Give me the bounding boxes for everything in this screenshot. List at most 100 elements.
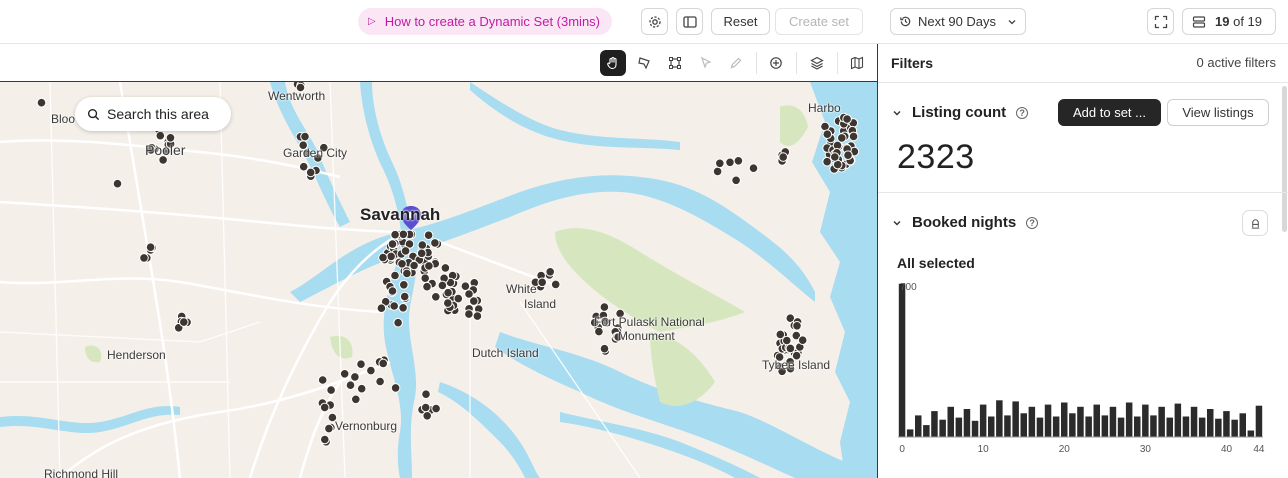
histogram-bar[interactable] bbox=[1069, 413, 1076, 437]
listing-marker[interactable] bbox=[416, 248, 427, 259]
listing-marker[interactable] bbox=[822, 129, 833, 140]
listing-marker[interactable] bbox=[402, 268, 412, 279]
booked-nights-histogram[interactable]: 700 0 10 20 30 40 44 bbox=[878, 274, 1278, 474]
listing-marker[interactable] bbox=[326, 385, 336, 395]
listing-marker[interactable] bbox=[386, 251, 396, 262]
histogram-bar[interactable] bbox=[963, 409, 971, 437]
listing-marker[interactable] bbox=[715, 158, 725, 169]
settings-button[interactable] bbox=[641, 8, 668, 35]
histogram-bar[interactable] bbox=[979, 404, 987, 437]
histogram-bar[interactable] bbox=[939, 419, 946, 437]
select-tool[interactable] bbox=[693, 50, 719, 76]
histogram-bar[interactable] bbox=[1207, 409, 1214, 437]
histogram-bar[interactable] bbox=[955, 417, 963, 437]
listing-marker[interactable] bbox=[375, 376, 385, 387]
listing-marker[interactable] bbox=[778, 152, 789, 162]
listing-marker[interactable] bbox=[443, 298, 453, 308]
listing-marker[interactable] bbox=[145, 242, 156, 252]
listing-marker[interactable] bbox=[537, 277, 548, 288]
listing-marker[interactable] bbox=[300, 131, 310, 142]
histogram-bar[interactable] bbox=[915, 415, 922, 437]
listing-marker[interactable] bbox=[356, 359, 366, 370]
listing-marker[interactable] bbox=[423, 230, 434, 240]
listing-marker[interactable] bbox=[430, 238, 440, 248]
histogram-bar[interactable] bbox=[1134, 416, 1141, 438]
listing-marker[interactable] bbox=[393, 317, 403, 328]
listing-marker[interactable] bbox=[453, 293, 464, 304]
histogram-bar[interactable] bbox=[1052, 416, 1060, 438]
listing-marker[interactable] bbox=[440, 263, 451, 273]
listing-marker[interactable] bbox=[422, 411, 433, 421]
histogram-bar[interactable] bbox=[1036, 417, 1044, 437]
listing-marker[interactable] bbox=[545, 267, 556, 277]
histogram-bar[interactable] bbox=[1020, 413, 1028, 437]
histogram-bar[interactable] bbox=[1215, 418, 1222, 437]
listing-marker[interactable] bbox=[139, 253, 149, 263]
rectangle-tool[interactable] bbox=[662, 50, 688, 76]
listing-marker[interactable] bbox=[398, 229, 409, 240]
histogram-bar[interactable] bbox=[1061, 402, 1068, 438]
histogram-bar[interactable] bbox=[1117, 417, 1125, 437]
listing-marker[interactable] bbox=[390, 229, 400, 240]
histogram-bar[interactable] bbox=[931, 411, 938, 437]
map-canvas[interactable]: Search this area Wentworth Bloo Pooler G… bbox=[0, 82, 877, 478]
histogram-bar[interactable] bbox=[1101, 415, 1109, 437]
histogram-bar[interactable] bbox=[988, 416, 995, 438]
listing-marker[interactable] bbox=[378, 358, 389, 369]
edit-tool[interactable] bbox=[723, 50, 749, 76]
listing-marker[interactable] bbox=[36, 97, 47, 108]
histogram-bar[interactable] bbox=[906, 429, 914, 437]
fullscreen-button[interactable] bbox=[1147, 8, 1174, 35]
listing-marker[interactable] bbox=[785, 343, 796, 354]
listing-marker[interactable] bbox=[431, 403, 441, 414]
histogram-bar[interactable] bbox=[1125, 402, 1133, 438]
listing-marker[interactable] bbox=[298, 161, 309, 172]
listing-marker[interactable] bbox=[345, 380, 356, 391]
booked-nights-header[interactable]: Booked nights ? bbox=[892, 214, 1039, 231]
polygon-tool[interactable] bbox=[631, 50, 657, 76]
histogram-bar[interactable] bbox=[1044, 404, 1052, 437]
map-style-tool[interactable] bbox=[844, 50, 870, 76]
histogram-bar[interactable] bbox=[1158, 406, 1165, 437]
listing-marker[interactable] bbox=[420, 402, 431, 413]
search-this-area-button[interactable]: Search this area bbox=[75, 97, 231, 131]
listing-marker[interactable] bbox=[421, 389, 431, 400]
listing-marker[interactable] bbox=[843, 150, 853, 160]
listing-marker[interactable] bbox=[155, 130, 166, 141]
help-icon[interactable]: ? bbox=[1026, 216, 1039, 229]
panel-scrollbar[interactable] bbox=[1282, 86, 1287, 232]
listing-marker[interactable] bbox=[797, 335, 808, 346]
histogram-bar[interactable] bbox=[1109, 406, 1117, 437]
listing-marker[interactable] bbox=[472, 311, 483, 321]
listing-marker[interactable] bbox=[320, 434, 330, 445]
listing-marker[interactable] bbox=[319, 402, 330, 413]
histogram-bar[interactable] bbox=[1004, 415, 1011, 437]
listing-marker[interactable] bbox=[351, 394, 361, 405]
help-icon[interactable]: ? bbox=[1016, 106, 1029, 119]
histogram-bar[interactable] bbox=[971, 420, 979, 437]
listing-marker[interactable] bbox=[387, 239, 398, 249]
listing-marker[interactable] bbox=[179, 317, 189, 327]
histogram-bar[interactable] bbox=[1231, 419, 1238, 437]
reset-button[interactable]: Reset bbox=[711, 8, 770, 35]
listing-marker[interactable] bbox=[317, 375, 328, 385]
listing-marker[interactable] bbox=[792, 321, 802, 331]
set-counter[interactable]: 19 of 19 bbox=[1182, 8, 1276, 35]
listing-marker[interactable] bbox=[725, 157, 735, 168]
create-set-button[interactable]: Create set bbox=[775, 8, 863, 35]
listing-marker[interactable] bbox=[400, 246, 411, 256]
listing-marker[interactable] bbox=[422, 281, 432, 292]
listing-marker[interactable] bbox=[599, 343, 610, 354]
histogram-bar[interactable] bbox=[1255, 405, 1263, 437]
listing-marker[interactable] bbox=[390, 383, 401, 393]
histogram-bar[interactable] bbox=[1239, 413, 1247, 437]
listing-marker[interactable] bbox=[366, 365, 376, 376]
histogram-bar[interactable] bbox=[923, 425, 930, 437]
listing-marker[interactable] bbox=[356, 383, 367, 394]
histogram-bar[interactable] bbox=[1182, 416, 1190, 438]
histogram-bar[interactable] bbox=[1142, 404, 1149, 437]
listing-marker[interactable] bbox=[350, 372, 360, 382]
listing-marker[interactable] bbox=[842, 114, 852, 124]
histogram-bar[interactable] bbox=[1247, 430, 1255, 438]
listing-marker[interactable] bbox=[387, 286, 398, 296]
